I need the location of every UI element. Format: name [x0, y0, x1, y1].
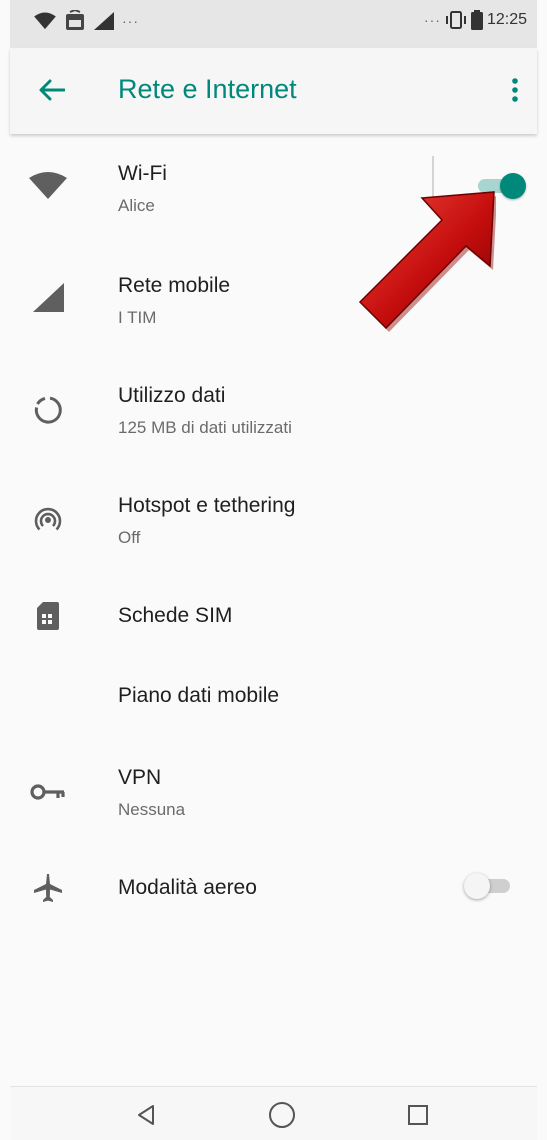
- status-bar: ··· ··· 12:25: [10, 0, 537, 48]
- status-time: 12:25: [486, 11, 527, 28]
- notification-overflow: ···: [122, 13, 139, 29]
- home-circle-icon: [269, 1102, 295, 1128]
- hotspot-icon: [28, 500, 68, 540]
- screen: ··· ··· 12:25 Rete e Internet Wi-Fi Alic…: [10, 0, 537, 1140]
- settings-item-title: Rete mobile: [118, 274, 231, 297]
- battery-icon: [470, 10, 483, 30]
- nav-home-button[interactable]: [264, 1097, 300, 1133]
- toggle-thumb: [464, 873, 490, 899]
- navigation-bar: [10, 1086, 537, 1140]
- settings-item-title: Schede SIM: [118, 604, 233, 627]
- annotation-arrow-icon: [358, 191, 496, 332]
- back-button[interactable]: [32, 70, 72, 110]
- nav-recents-button[interactable]: [400, 1097, 436, 1133]
- arrow-back-icon: [39, 79, 65, 101]
- settings-item-subtitle: Nessuna: [118, 800, 186, 819]
- recents-square-icon: [408, 1105, 428, 1125]
- data-usage-icon: [28, 390, 68, 430]
- settings-item-hotspot[interactable]: Hotspot e tethering Off: [10, 464, 537, 574]
- toggle-thumb: [500, 173, 526, 199]
- sim-card-icon: [28, 596, 68, 636]
- settings-item-subtitle: 125 MB di dati utilizzati: [118, 418, 292, 437]
- settings-item-title: Wi-Fi: [118, 162, 167, 185]
- settings-item-airplane[interactable]: Modalità aereo: [10, 846, 537, 956]
- settings-item-title: Utilizzo dati: [118, 384, 226, 407]
- signal-icon: [28, 278, 68, 318]
- wifi-icon: [28, 166, 68, 206]
- wifi-icon: [34, 12, 56, 30]
- more-options-button[interactable]: [501, 70, 529, 110]
- nav-back-button[interactable]: [128, 1097, 164, 1133]
- signal-icon: [94, 12, 114, 30]
- settings-item-title: VPN: [118, 766, 162, 789]
- more-vert-icon: [512, 78, 518, 102]
- app-bar: Rete e Internet: [10, 48, 537, 134]
- settings-item-title: Hotspot e tethering: [118, 494, 296, 517]
- vibrate-icon: [445, 11, 466, 29]
- settings-item-subtitle: Off: [118, 528, 141, 547]
- settings-item-title: Piano dati mobile: [118, 684, 280, 707]
- back-triangle-icon: [138, 1105, 154, 1125]
- status-overflow: ···: [423, 12, 441, 28]
- settings-item-data-usage[interactable]: Utilizzo dati 125 MB di dati utilizzati: [10, 354, 537, 464]
- settings-item-vpn[interactable]: VPN Nessuna: [10, 736, 537, 846]
- vpn-key-icon: [28, 772, 68, 812]
- airplane-icon: [28, 868, 68, 908]
- airplane-toggle[interactable]: [464, 870, 518, 902]
- settings-item-subtitle: I TIM: [118, 308, 157, 327]
- volte-icon: [66, 10, 84, 30]
- page-title: Rete e Internet: [118, 74, 297, 104]
- settings-item-title: Modalità aereo: [118, 876, 257, 899]
- settings-item-subtitle: Alice: [118, 196, 155, 215]
